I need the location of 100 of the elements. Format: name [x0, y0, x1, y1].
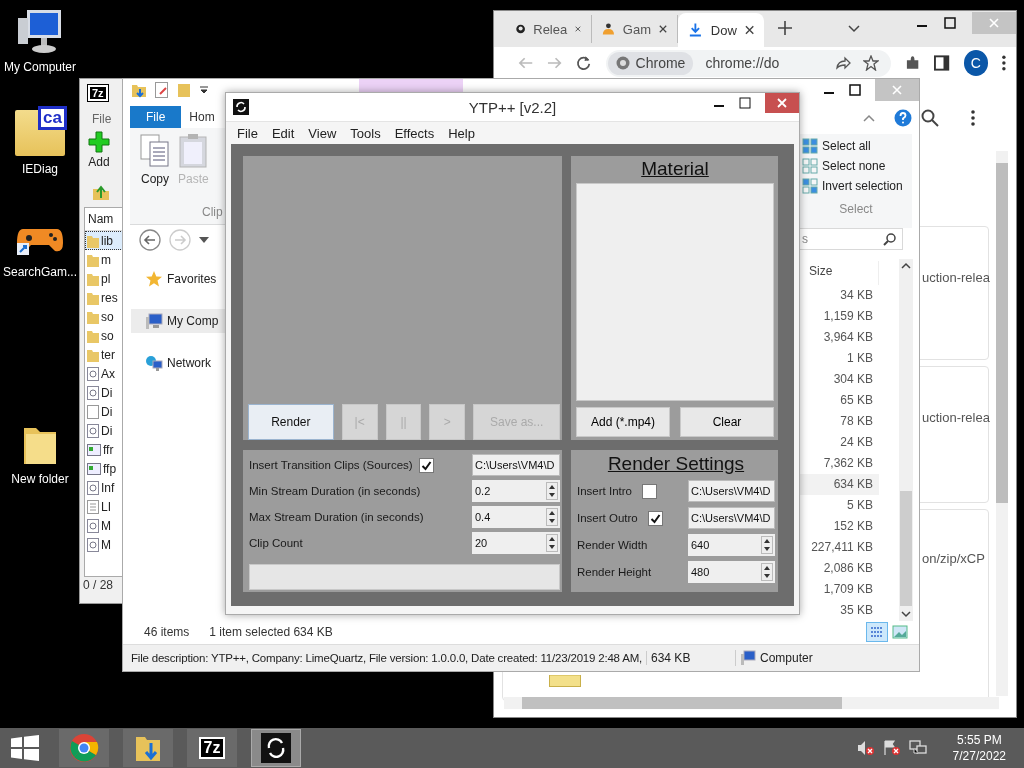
- clock[interactable]: 5:55 PM 7/27/2022: [952, 733, 1006, 763]
- path-field[interactable]: C:\Users\VM4\D: [688, 480, 775, 502]
- archive-entry[interactable]: so: [85, 307, 123, 326]
- table-cell[interactable]: 3,964 KB: [799, 327, 879, 348]
- puzzle-icon[interactable]: [905, 55, 921, 71]
- table-cell[interactable]: 1,159 KB: [799, 306, 879, 327]
- profile-avatar[interactable]: C: [963, 50, 989, 76]
- table-cell[interactable]: 2,086 KB: [799, 558, 879, 579]
- table-cell[interactable]: 304 KB: [799, 369, 879, 390]
- table-cell[interactable]: 78 KB: [799, 411, 879, 432]
- spin-field[interactable]: 0.4: [472, 506, 560, 528]
- more-icon[interactable]: [1002, 55, 1007, 71]
- table-cell[interactable]: 1,709 KB: [799, 579, 879, 600]
- nav-item[interactable]: Favorites: [131, 267, 225, 291]
- nav-item[interactable]: My Comp: [131, 309, 225, 333]
- spin-field[interactable]: 480: [688, 561, 775, 583]
- archive-entry[interactable]: M: [85, 535, 123, 554]
- taskbar-button[interactable]: 7z: [187, 729, 237, 767]
- player-button[interactable]: Render: [248, 404, 334, 440]
- archive-entry[interactable]: ffp: [85, 459, 123, 478]
- copy-button[interactable]: Copy: [140, 134, 170, 186]
- close-icon[interactable]: [744, 25, 754, 35]
- table-cell[interactable]: 5 KB: [799, 495, 879, 516]
- add-button[interactable]: Add: [88, 131, 110, 169]
- menu-item[interactable]: File: [230, 125, 265, 141]
- taskbar-button[interactable]: [251, 729, 301, 767]
- search-field[interactable]: s: [799, 228, 903, 250]
- ribbon-tab[interactable]: File: [130, 106, 182, 129]
- scroll-down-icon[interactable]: [901, 610, 911, 618]
- help-icon[interactable]: [894, 109, 912, 127]
- menu-item[interactable]: Tools: [343, 125, 388, 141]
- ribbon-command[interactable]: Invert selection: [800, 178, 912, 194]
- search-icon[interactable]: [883, 232, 896, 246]
- table-cell[interactable]: 65 KB: [799, 390, 879, 411]
- spin-arrows-icon[interactable]: [546, 534, 558, 552]
- folder-up-icon[interactable]: [92, 183, 110, 201]
- path-field[interactable]: C:\Users\VM4\D: [472, 454, 560, 476]
- spin-field[interactable]: 0.2: [472, 480, 560, 502]
- archive-entry[interactable]: ter: [85, 345, 123, 364]
- flag-icon[interactable]: [882, 740, 901, 756]
- material-button[interactable]: Clear: [680, 407, 774, 437]
- menu-item[interactable]: File: [92, 112, 112, 126]
- checkbox[interactable]: [641, 483, 657, 499]
- desktop-icon-label[interactable]: My Computer: [4, 60, 76, 74]
- menu-item[interactable]: Edit: [264, 125, 302, 141]
- table-cell[interactable]: 1 KB: [799, 348, 879, 369]
- chevron-down-icon[interactable]: [848, 25, 860, 33]
- checkbox[interactable]: [647, 510, 663, 526]
- table-cell[interactable]: 634 KB: [799, 474, 879, 495]
- spin-field[interactable]: 640: [688, 534, 775, 556]
- table-cell[interactable]: 34 KB: [799, 285, 879, 306]
- search-icon[interactable]: [921, 109, 939, 127]
- archive-entry[interactable]: ffr: [85, 440, 123, 459]
- windows-logo-icon[interactable]: [11, 735, 39, 761]
- properties-icon[interactable]: [155, 82, 169, 98]
- network-icon[interactable]: [908, 740, 927, 756]
- dropdown-icon[interactable]: [199, 85, 209, 95]
- archive-entry[interactable]: Ax: [85, 364, 123, 383]
- desktop-icon-label[interactable]: IEDiag: [22, 162, 58, 176]
- archive-entry[interactable]: Di: [85, 421, 123, 440]
- dropdown-icon[interactable]: [199, 237, 209, 243]
- menu-item[interactable]: View: [301, 125, 344, 141]
- maximize-icon[interactable]: [739, 97, 751, 109]
- browser-tab[interactable]: Dow: [678, 13, 764, 47]
- archive-entry[interactable]: pl: [85, 269, 123, 288]
- download-url[interactable]: on/zip/xCP: [922, 551, 985, 566]
- side-panel-icon[interactable]: [934, 55, 950, 71]
- menu-item[interactable]: Effects: [387, 125, 442, 141]
- table-cell[interactable]: 35 KB: [799, 600, 879, 621]
- maximize-icon[interactable]: [849, 84, 861, 96]
- new-tab-icon[interactable]: [778, 21, 792, 35]
- ribbon-command[interactable]: Select none: [800, 158, 912, 174]
- archive-entry[interactable]: lib: [85, 231, 123, 250]
- details-view-icon[interactable]: [866, 622, 888, 642]
- archive-entry[interactable]: M: [85, 516, 123, 535]
- close-icon[interactable]: [575, 24, 581, 34]
- more-icon[interactable]: [971, 110, 975, 126]
- download-url[interactable]: uction-relea: [922, 270, 990, 285]
- desktop-icon-label[interactable]: SearchGam...: [3, 265, 77, 279]
- checkbox[interactable]: [418, 457, 434, 473]
- close-icon[interactable]: [659, 24, 667, 34]
- scroll-up-icon[interactable]: [901, 262, 911, 270]
- archive-entry[interactable]: res: [85, 288, 123, 307]
- spin-field[interactable]: 20: [472, 532, 560, 554]
- download-url[interactable]: uction-relea: [922, 410, 990, 425]
- speaker-muted-icon[interactable]: [856, 740, 875, 756]
- spin-arrows-icon[interactable]: [761, 563, 773, 581]
- ribbon-command[interactable]: Select all: [800, 138, 912, 154]
- archive-entry[interactable]: m: [85, 250, 123, 269]
- archive-entry[interactable]: Di: [85, 383, 123, 402]
- menu-item[interactable]: Help: [441, 125, 482, 141]
- reload-icon[interactable]: [576, 55, 592, 71]
- spin-arrows-icon[interactable]: [761, 536, 773, 554]
- browser-tab[interactable]: Relea: [506, 15, 592, 43]
- collapse-icon[interactable]: [863, 114, 875, 122]
- desktop-icon-label[interactable]: New folder: [11, 472, 69, 486]
- back-icon[interactable]: [139, 229, 161, 251]
- table-cell[interactable]: 152 KB: [799, 516, 879, 537]
- address-bar[interactable]: Chrome chrome://do: [605, 49, 892, 77]
- star-icon[interactable]: [863, 55, 880, 71]
